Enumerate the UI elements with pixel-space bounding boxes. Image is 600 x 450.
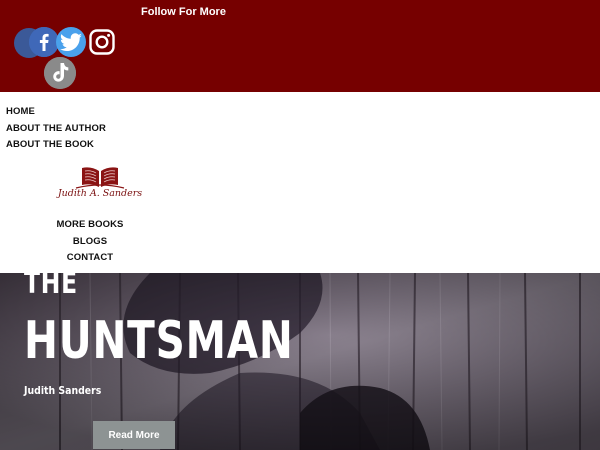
main-nav: HOME ABOUT THE AUTHOR ABOUT THE BOOK <box>6 105 106 155</box>
logo-text: Judith A. Sanders <box>57 188 143 199</box>
nav-about-the-author[interactable]: ABOUT THE AUTHOR <box>6 122 106 139</box>
nav-about-the-book[interactable]: ABOUT THE BOOK <box>6 138 106 155</box>
hero-banner: THE HUNTSMAN Judith Sanders Read More <box>0 273 600 450</box>
top-social-bar: Follow For More <box>0 0 600 92</box>
secondary-nav: MORE BOOKS BLOGS CONTACT <box>40 219 140 269</box>
read-more-button[interactable]: Read More <box>93 421 175 449</box>
site-logo[interactable]: Judith A. Sanders <box>52 164 148 206</box>
hero-author: Judith Sanders <box>24 384 102 397</box>
nav-more-books[interactable]: MORE BOOKS <box>40 219 140 236</box>
open-book-icon <box>75 167 125 189</box>
nav-blogs[interactable]: BLOGS <box>40 236 140 253</box>
tiktok-icon[interactable] <box>44 57 76 89</box>
instagram-icon[interactable] <box>87 27 117 57</box>
hero-title-line-1: THE <box>24 273 78 301</box>
hero-title-line-2: HUNTSMAN <box>24 311 294 371</box>
twitter-icon[interactable] <box>55 27 87 57</box>
nav-contact[interactable]: CONTACT <box>40 252 140 269</box>
nav-home[interactable]: HOME <box>6 105 106 122</box>
follow-text: Follow For More <box>141 6 226 18</box>
